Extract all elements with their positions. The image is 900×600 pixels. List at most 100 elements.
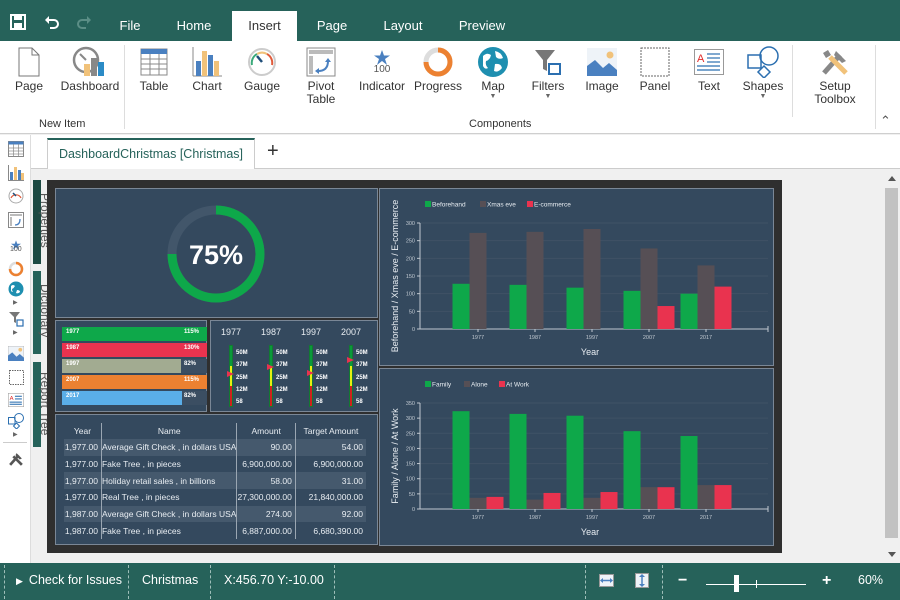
indicator-value-label: 100 <box>10 246 22 253</box>
tools-icon[interactable] <box>7 450 25 468</box>
menu-tab-page[interactable]: Page <box>302 11 362 41</box>
column-header-name[interactable]: Name <box>100 423 237 439</box>
chart-panel-sales-timing[interactable]: Beforehand / Xmas eve / E-commerce Year 0 5… <box>379 188 774 366</box>
menu-tab-preview[interactable]: Preview <box>448 11 516 41</box>
table-icon[interactable] <box>7 140 25 158</box>
cell-target-amount: 6,680,390.00 <box>294 522 366 540</box>
table-row[interactable]: 1,977.00 Real Tree , in pieces 27,300,000.… <box>64 489 366 506</box>
chart-button[interactable]: Chart <box>188 45 226 92</box>
menu-tab-file[interactable]: File <box>104 11 156 41</box>
text-icon[interactable]: A <box>7 391 25 409</box>
shapes-button[interactable]: Shapes ▼ <box>740 45 786 102</box>
map-expand-icon[interactable]: ▶ <box>13 299 18 306</box>
cell-year: 1,977.00 <box>64 492 98 503</box>
bar-indicator-label: 2017 <box>66 393 80 399</box>
page-button[interactable]: Page <box>8 45 50 92</box>
zoom-level[interactable]: 60% <box>858 563 883 600</box>
progress-button[interactable]: Progress <box>412 45 464 92</box>
cell-amount: 6,900,000.00 <box>236 455 296 473</box>
panel-icon[interactable] <box>7 368 25 386</box>
bar <box>486 496 504 509</box>
image-icon[interactable] <box>7 344 25 362</box>
page-icon <box>8 45 50 79</box>
progress-icon[interactable] <box>7 260 25 278</box>
shapes-icon[interactable] <box>7 412 25 430</box>
table-icon <box>134 45 174 79</box>
gauge-tick-label: 58 <box>236 399 243 406</box>
fit-width-icon[interactable] <box>599 574 614 587</box>
gauge-tick-label: 25M <box>236 374 248 381</box>
table-row[interactable]: 1,977.00 Fake Tree , in pieces 6,900,000.0… <box>64 455 366 473</box>
menu-tab-layout[interactable]: Layout <box>372 11 434 41</box>
cell-name: Fake Tree , in pieces <box>100 455 237 473</box>
bar-indicator-fill <box>62 391 183 405</box>
globe-icon[interactable] <box>7 280 25 298</box>
save-icon[interactable] <box>10 14 26 35</box>
zoom-out-button[interactable]: − <box>678 563 687 600</box>
map-button[interactable]: Map ▼ <box>474 45 512 102</box>
ribbon-separator <box>124 45 125 129</box>
filters-dropdown-icon[interactable]: ▼ <box>528 92 568 102</box>
scroll-thumb[interactable] <box>885 188 898 538</box>
y-tick-label: 100 <box>406 292 415 298</box>
table-button[interactable]: Table <box>134 45 174 92</box>
table-row[interactable]: 1,987.00 Average Gift Check , in dollars … <box>64 505 366 523</box>
column-header-target-amount[interactable]: Target Amount <box>294 423 366 439</box>
progress-icon <box>412 45 464 79</box>
add-tab-button[interactable]: + <box>267 140 279 163</box>
column-header-amount[interactable]: Amount <box>236 423 296 439</box>
progress-panel[interactable]: 75% <box>55 188 378 318</box>
data-table-panel[interactable]: Year Name Amount Target Amount 1,977.00 A… <box>55 414 378 545</box>
legend-label: Beforehand <box>432 202 466 209</box>
legend-label: Xmas eve <box>487 202 516 209</box>
setup-toolbox-button[interactable]: Setup Toolbox <box>806 45 864 105</box>
zoom-slider-thumb[interactable] <box>734 575 739 592</box>
shapes-dropdown-icon[interactable]: ▼ <box>740 92 786 102</box>
chart-icon[interactable] <box>7 164 25 182</box>
pivot-table-button[interactable]: Pivot Table <box>300 45 342 105</box>
table-row[interactable]: 1,977.00 Average Gift Check , in dollars … <box>64 439 366 456</box>
collapse-ribbon-button[interactable]: ⌃ <box>880 113 891 129</box>
gauge-button[interactable]: Gauge <box>240 45 284 92</box>
bar-indicators-panel[interactable]: 1977 115% 1987 130% 1997 82% 2007 115% 2017 82% <box>55 320 207 412</box>
gauge-tick-label: 12M <box>316 386 328 393</box>
gauge-tick-label: 50M <box>236 350 248 356</box>
filter-icon[interactable] <box>7 310 25 328</box>
indicator-button[interactable]: 100 Indicator <box>357 45 407 92</box>
filters-button[interactable]: Filters ▼ <box>528 45 568 102</box>
gauge-icon <box>240 45 284 79</box>
pivot-table-icon[interactable] <box>7 211 25 229</box>
x-tick-label: 2017 <box>700 515 712 521</box>
bar-indicator-percent: 130% <box>184 345 200 351</box>
linear-gauges-panel[interactable]: 1977 50M 37M 25M 12M 58 1987 50M 37M 25M 12M 58 1997… <box>210 320 378 412</box>
shapes-expand-icon[interactable]: ▶ <box>13 431 18 438</box>
image-button[interactable]: Image <box>582 45 622 92</box>
page-name-label[interactable]: Christmas <box>142 563 198 600</box>
chart-panel-celebration[interactable]: Family / Alone / At Work Year 0 50 100 150 200… <box>379 368 774 546</box>
menu-tab-home[interactable]: Home <box>164 11 224 41</box>
x-tick-label: 1987 <box>529 515 541 521</box>
zoom-in-button[interactable]: + <box>822 563 831 600</box>
dashboard-button[interactable]: Dashboard <box>58 45 122 92</box>
check-issues-button[interactable]: ▶ Check for Issues <box>16 563 122 600</box>
panel-button[interactable]: Panel <box>636 45 674 92</box>
menu-tab-insert[interactable]: Insert <box>232 11 297 41</box>
scroll-up-arrow[interactable] <box>888 176 896 181</box>
vertical-scrollbar[interactable] <box>884 170 900 563</box>
bar <box>697 265 715 329</box>
undo-icon[interactable] <box>44 14 60 35</box>
document-tab[interactable]: DashboardChristmas [Christmas] <box>47 138 255 169</box>
gauge-tick-label: 37M <box>356 362 368 369</box>
column-header-year[interactable]: Year <box>64 423 101 439</box>
y-tick-label: 250 <box>406 431 415 437</box>
text-button[interactable]: A Text <box>690 45 728 92</box>
scroll-down-arrow[interactable] <box>888 552 896 557</box>
gauge-icon[interactable] <box>7 187 25 205</box>
map-dropdown-icon[interactable]: ▼ <box>474 92 512 102</box>
table-row[interactable]: 1,987.00 Fake Tree , in pieces 6,887,000.0… <box>64 522 366 540</box>
gauge-tick-label: 12M <box>356 386 368 393</box>
bar-indicator-fill <box>62 359 181 373</box>
filters-expand-icon[interactable]: ▶ <box>13 329 18 336</box>
fit-height-icon[interactable] <box>635 573 649 588</box>
table-row[interactable]: 1,977.00 Holiday retail sales , in billio… <box>64 472 366 490</box>
